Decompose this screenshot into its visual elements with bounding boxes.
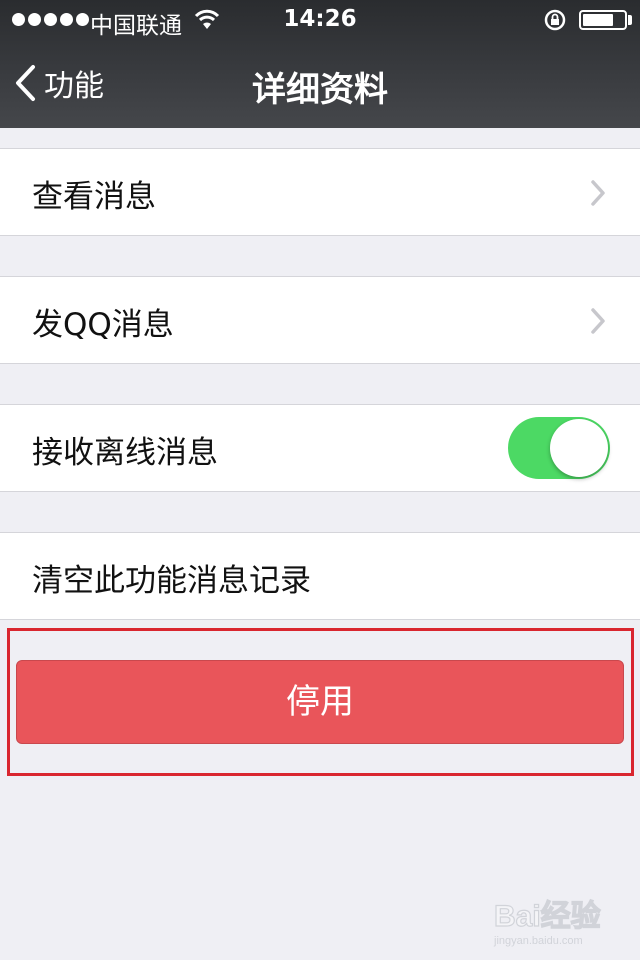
screen: 中国联通 14:26 功能 详细资料 查看消息 发QQ消息 接收离线消息 清空此… xyxy=(0,0,640,960)
disable-button[interactable]: 停用 xyxy=(16,660,624,744)
row-send-qq-message[interactable]: 发QQ消息 xyxy=(0,276,640,364)
nav-bar: 功能 详细资料 xyxy=(0,40,640,128)
row-label: 查看消息 xyxy=(32,179,156,215)
toggle-knob xyxy=(550,419,608,477)
row-view-messages[interactable]: 查看消息 xyxy=(0,148,640,236)
battery-icon xyxy=(579,10,627,30)
row-label: 清空此功能消息记录 xyxy=(32,563,311,599)
row-label: 接收离线消息 xyxy=(32,435,218,471)
page-title: 详细资料 xyxy=(252,70,388,110)
watermark-text: Bai经验 xyxy=(494,899,601,933)
battery-fill xyxy=(583,14,613,26)
battery-tip xyxy=(628,15,632,25)
row-clear-history[interactable]: 清空此功能消息记录 xyxy=(0,532,640,620)
status-bar: 中国联通 14:26 xyxy=(0,0,640,40)
chevron-right-icon xyxy=(591,308,605,334)
chevron-right-icon xyxy=(591,180,605,206)
baidu-jingyan-watermark: Bai经验 jingyan.baidu.com xyxy=(493,898,601,947)
watermark-sub: jingyan.baidu.com xyxy=(493,935,583,947)
row-label: 发QQ消息 xyxy=(32,307,174,343)
header: 中国联通 14:26 功能 详细资料 xyxy=(0,0,640,128)
offline-messages-toggle[interactable] xyxy=(508,417,610,479)
row-receive-offline-messages: 接收离线消息 xyxy=(0,404,640,492)
rotation-lock-icon xyxy=(544,9,566,31)
